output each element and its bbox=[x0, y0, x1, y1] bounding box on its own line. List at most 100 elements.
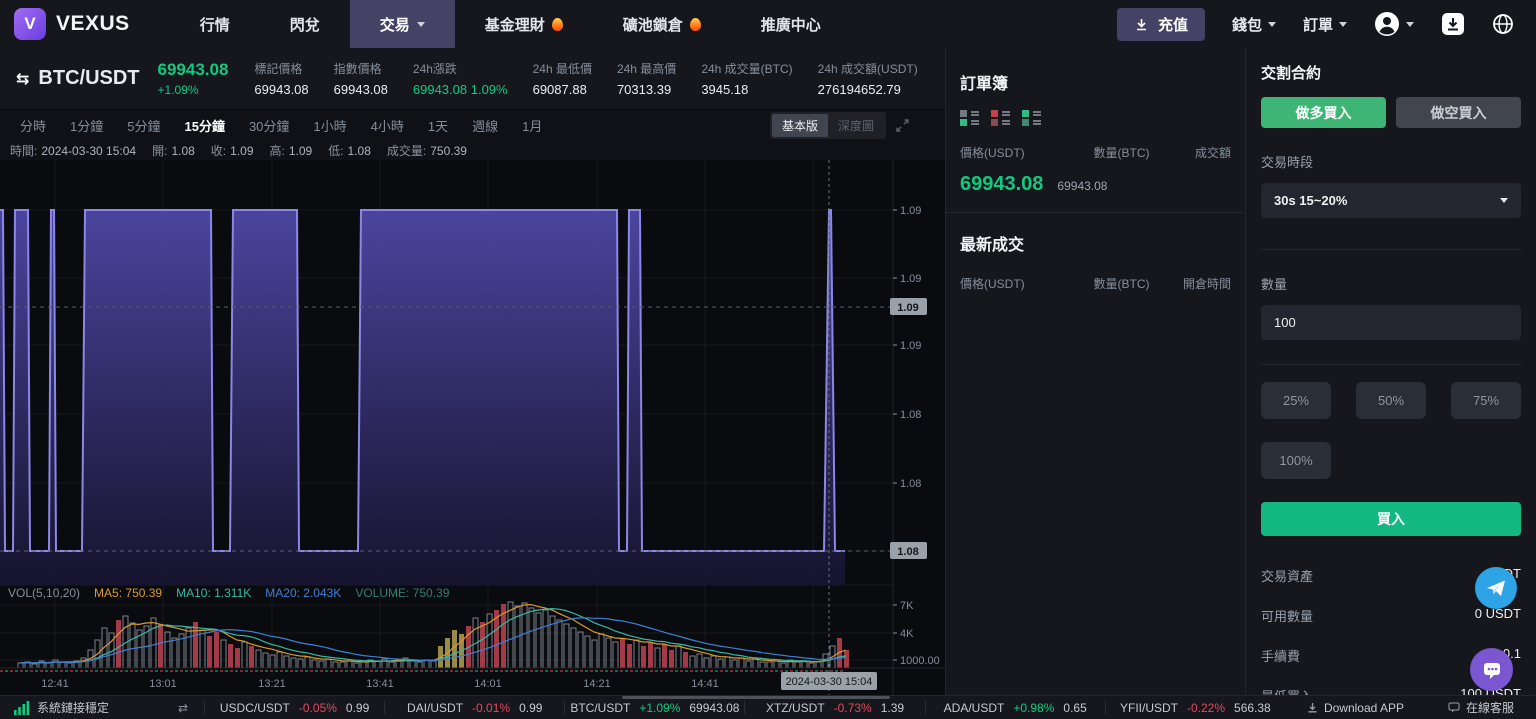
footer-ticker-btc[interactable]: BTC/USDT +1.09% 69943.08 bbox=[565, 701, 744, 715]
percent-75-button[interactable]: 75% bbox=[1451, 382, 1521, 419]
brand[interactable]: V VEXUS bbox=[0, 8, 170, 40]
svg-text:1.09: 1.09 bbox=[900, 340, 921, 352]
svg-text:1.08: 1.08 bbox=[900, 478, 921, 490]
buy-short-tab[interactable]: 做空買入 bbox=[1396, 97, 1521, 128]
percent-100-button[interactable]: 100% bbox=[1261, 442, 1331, 479]
book-asks-only-icon[interactable] bbox=[991, 110, 1011, 126]
tab-timeframe-30m[interactable]: 30分鐘 bbox=[237, 116, 301, 135]
footer-ticker-dai[interactable]: DAI/USDT -0.01% 0.99 bbox=[385, 701, 564, 715]
nav-item-swap[interactable]: 閃兌 bbox=[260, 0, 350, 48]
tab-timeframe-1m[interactable]: 1分鐘 bbox=[58, 116, 115, 135]
footer-ticker-ada[interactable]: ADA/USDT +0.98% 0.65 bbox=[926, 701, 1105, 715]
volume-bar bbox=[633, 639, 640, 669]
volume-bar bbox=[193, 622, 198, 668]
volume-bar bbox=[627, 644, 632, 668]
recent-trades-title: 最新成交 bbox=[960, 237, 1025, 254]
book-both-sides-icon[interactable] bbox=[960, 110, 980, 126]
tab-timeframe-1d[interactable]: 1天 bbox=[416, 116, 460, 135]
book-bids-only-icon[interactable] bbox=[1022, 110, 1042, 126]
orders-menu[interactable]: 訂單 bbox=[1303, 14, 1347, 35]
nav-item-mining[interactable]: 礦池鎖倉 bbox=[593, 0, 731, 48]
nav-item-promotion[interactable]: 推廣中心 bbox=[731, 0, 851, 48]
footer-ticker-xtz[interactable]: XTZ/USDT -0.73% 1.39 bbox=[745, 701, 924, 715]
top-nav: V VEXUS 行情 閃兌 交易 基金理財 礦池鎖倉 推廣中心 充值 錢包 訂單 bbox=[0, 0, 1536, 48]
chat-icon bbox=[1448, 702, 1460, 713]
tab-timeframe-1h[interactable]: 1小時 bbox=[301, 116, 358, 135]
nav-right: 充值 錢包 訂單 bbox=[1116, 7, 1536, 41]
volume-bar bbox=[409, 660, 416, 669]
fullscreen-icon[interactable] bbox=[896, 119, 909, 132]
percent-buttons-row: 25% 50% 75% bbox=[1261, 382, 1521, 419]
divider bbox=[946, 212, 1245, 213]
nav-item-trade[interactable]: 交易 bbox=[349, 0, 455, 48]
tab-timeframe-5m[interactable]: 5分鐘 bbox=[115, 116, 172, 135]
volume-bar bbox=[675, 645, 682, 669]
volume-bar bbox=[696, 653, 703, 669]
tab-basic-view[interactable]: 基本版 bbox=[771, 114, 828, 137]
tab-timeframe-4h[interactable]: 4小時 bbox=[359, 116, 416, 135]
volume-bar bbox=[416, 661, 423, 669]
stat-24h-low: 24h 最低價 69087.88 bbox=[532, 62, 592, 97]
tab-timeframe-time[interactable]: 分時 bbox=[8, 116, 58, 135]
orderbook-last-price-sub: 69943.08 bbox=[1057, 179, 1108, 193]
svg-text:1.09: 1.09 bbox=[897, 302, 918, 314]
buy-button[interactable]: 買入 bbox=[1261, 502, 1521, 536]
wallet-menu[interactable]: 錢包 bbox=[1232, 14, 1276, 35]
main-content: ⇆ BTC/USDT 69943.08 +1.09% 標記價格 69943.08 … bbox=[0, 48, 1536, 704]
tab-timeframe-1w[interactable]: 週線 bbox=[460, 116, 510, 135]
volume-bar bbox=[591, 639, 598, 669]
percent-25-button[interactable]: 25% bbox=[1261, 382, 1331, 419]
volume-bar bbox=[129, 622, 136, 669]
orderbook-view-icons bbox=[960, 110, 1231, 126]
volume-bar bbox=[214, 632, 219, 668]
volume-bar bbox=[794, 661, 801, 669]
nav-item-funds[interactable]: 基金理財 bbox=[455, 0, 593, 48]
volume-bar bbox=[773, 660, 780, 669]
horizontal-scrollbar[interactable] bbox=[622, 696, 890, 699]
volume-bar bbox=[669, 650, 674, 668]
volume-bar bbox=[620, 638, 625, 668]
nav-item-markets[interactable]: 行情 bbox=[170, 0, 260, 48]
volume-bar bbox=[577, 631, 584, 669]
svg-text:1.08: 1.08 bbox=[897, 546, 918, 558]
recharge-button[interactable]: 充值 bbox=[1116, 7, 1205, 41]
orderbook-last-price-row: 69943.08 69943.08 bbox=[960, 173, 1231, 196]
info-row-available: 可用數量 0 USDT bbox=[1261, 606, 1521, 624]
divider bbox=[1261, 364, 1521, 365]
volume-bar bbox=[207, 636, 212, 668]
stat-24h-change: 24h漲跌 69943.08 1.09% bbox=[412, 62, 508, 97]
volume-bar bbox=[528, 607, 535, 669]
buy-long-tab[interactable]: 做多買入 bbox=[1261, 97, 1386, 128]
profile-menu[interactable] bbox=[1374, 11, 1414, 37]
download-app-link[interactable]: Download APP bbox=[1285, 701, 1426, 715]
online-service-link[interactable]: 在線客服 bbox=[1426, 699, 1536, 716]
trade-panel: 交割合約 做多買入 做空買入 交易時段 30s 15~20% 數量 25% 50… bbox=[1245, 48, 1536, 704]
tab-timeframe-15m[interactable]: 15分鐘 bbox=[172, 116, 236, 135]
symbol-selector[interactable]: ⇆ BTC/USDT bbox=[0, 67, 158, 90]
price-chart[interactable]: 1.09 1.09 1.09 1.08 1.08 1.08 7K 4K 1000.00 1.09 1… bbox=[0, 160, 945, 695]
volume-bar bbox=[283, 655, 290, 669]
telegram-button[interactable] bbox=[1475, 567, 1517, 609]
language-globe-icon[interactable] bbox=[1492, 13, 1514, 35]
volume-bar bbox=[780, 662, 787, 669]
volume-bar bbox=[360, 661, 367, 669]
live-chat-button[interactable] bbox=[1470, 648, 1513, 691]
svg-text:4K: 4K bbox=[900, 628, 914, 640]
percent-50-button[interactable]: 50% bbox=[1356, 382, 1426, 419]
volume-bar bbox=[388, 661, 395, 669]
volume-bar bbox=[235, 648, 240, 668]
volume-bar bbox=[220, 639, 227, 669]
tab-depth-view[interactable]: 深度圖 bbox=[828, 114, 884, 137]
period-select[interactable]: 30s 15~20% bbox=[1261, 183, 1521, 218]
footer-ticker-yfii[interactable]: YFII/USDT -0.22% 566.38 bbox=[1106, 701, 1285, 715]
tab-timeframe-1mo[interactable]: 1月 bbox=[510, 116, 554, 135]
svg-text:14:01: 14:01 bbox=[474, 678, 502, 690]
amount-input[interactable] bbox=[1261, 305, 1521, 340]
volume-bar bbox=[185, 627, 192, 669]
percent-buttons-row2: 100% bbox=[1261, 442, 1521, 479]
chat-bubble-icon bbox=[1483, 662, 1500, 679]
volume-bar bbox=[171, 637, 178, 669]
footer-ticker-usdc[interactable]: USDC/USDT -0.05% 0.99 bbox=[205, 701, 384, 715]
download-app-icon[interactable] bbox=[1441, 12, 1465, 36]
refresh-tickers-icon[interactable]: ⇄ bbox=[178, 701, 204, 715]
